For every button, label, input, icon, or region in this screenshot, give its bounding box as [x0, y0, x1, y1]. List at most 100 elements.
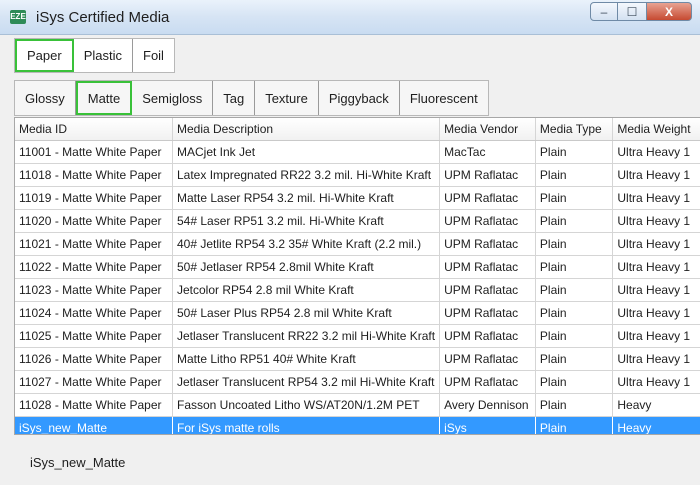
cell-media-weight: Heavy: [612, 393, 700, 417]
cell-media-id: 11023 - Matte White Paper: [15, 278, 173, 302]
cell-media-id: 11022 - Matte White Paper: [15, 255, 173, 279]
tab-semigloss[interactable]: Semigloss: [132, 81, 214, 115]
table-row[interactable]: 11026 - Matte White Paper Matte Litho RP5…: [15, 347, 700, 371]
cell-media-weight: Ultra Heavy 1: [612, 324, 700, 348]
cell-media-type: Plain: [535, 232, 614, 256]
cell-media-description: Matte Litho RP51 40# White Kraft: [172, 347, 441, 371]
caption-buttons: – ☐ X: [590, 2, 692, 22]
cell-media-description: Jetlaser Translucent RP54 3.2 mil Hi-Whi…: [172, 370, 441, 394]
tab-fluorescent[interactable]: Fluorescent: [399, 81, 488, 115]
cell-media-vendor: Avery Dennison: [439, 393, 536, 417]
cell-media-vendor: UPM Raflatac: [439, 163, 536, 187]
cell-media-vendor: UPM Raflatac: [439, 370, 536, 394]
cell-media-vendor: iSys: [439, 416, 536, 434]
cell-media-vendor: UPM Raflatac: [439, 324, 536, 348]
cell-media-weight: Ultra Heavy 1: [612, 347, 700, 371]
cell-media-weight: Ultra Heavy 1: [612, 255, 700, 279]
maximize-icon: ☐: [626, 4, 638, 19]
cell-media-type: Plain: [535, 347, 614, 371]
cell-media-vendor: UPM Raflatac: [439, 301, 536, 325]
cell-media-type: Plain: [535, 416, 614, 434]
table-row[interactable]: 11021 - Matte White Paper 40# Jetlite RP5…: [15, 232, 700, 256]
title-bar[interactable]: EZE iSys Certified Media – ☐ X: [0, 0, 700, 35]
column-header-media-vendor[interactable]: Media Vendor: [439, 118, 536, 141]
cell-media-description: For iSys matte rolls: [172, 416, 441, 434]
tab-glossy[interactable]: Glossy: [15, 81, 76, 115]
column-header-media-id[interactable]: Media ID: [15, 118, 173, 141]
cell-media-id: 11025 - Matte White Paper: [15, 324, 173, 348]
table-row[interactable]: 11001 - Matte White Paper MACjet Ink Jet M…: [15, 140, 700, 164]
cell-media-description: Matte Laser RP54 3.2 mil. Hi-White Kraft: [172, 186, 441, 210]
maximize-button[interactable]: ☐: [618, 2, 646, 21]
table-row[interactable]: iSys_new_Matte For iSys matte rolls iSys Pl…: [15, 416, 700, 434]
column-header-media-type[interactable]: Media Type: [535, 118, 614, 141]
cell-media-weight: Ultra Heavy 1: [612, 163, 700, 187]
cell-media-description: 54# Laser RP51 3.2 mil. Hi-White Kraft: [172, 209, 441, 233]
tab-matte[interactable]: Matte: [75, 81, 133, 115]
app-icon: EZE: [10, 10, 26, 24]
close-button[interactable]: X: [646, 2, 692, 21]
table-row[interactable]: 11028 - Matte White Paper Fasson Uncoated…: [15, 393, 700, 417]
cell-media-id: 11019 - Matte White Paper: [15, 186, 173, 210]
tab-foil[interactable]: Foil: [133, 39, 174, 72]
cell-media-description: MACjet Ink Jet: [172, 140, 441, 164]
cell-media-type: Plain: [535, 324, 614, 348]
cell-media-vendor: UPM Raflatac: [439, 278, 536, 302]
table-row[interactable]: 11018 - Matte White Paper Latex Impregnat…: [15, 163, 700, 187]
cell-media-id: 11024 - Matte White Paper: [15, 301, 173, 325]
tab-tag[interactable]: Tag: [213, 81, 256, 115]
cell-media-id: 11027 - Matte White Paper: [15, 370, 173, 394]
tab-paper[interactable]: Paper: [15, 39, 74, 72]
table-row[interactable]: 11022 - Matte White Paper 50# Jetlaser RP…: [15, 255, 700, 279]
column-header-media-weight[interactable]: Media Weight: [612, 118, 700, 141]
cell-media-weight: Ultra Heavy 1: [612, 278, 700, 302]
cell-media-vendor: MacTac: [439, 140, 536, 164]
cell-media-id: iSys_new_Matte: [15, 416, 173, 434]
cell-media-weight: Ultra Heavy 1: [612, 209, 700, 233]
cell-media-vendor: UPM Raflatac: [439, 255, 536, 279]
finish-tabs: Glossy Matte Semigloss Tag Texture Piggy…: [14, 80, 489, 116]
media-grid: Media ID Media Description Media Vendor …: [14, 117, 700, 435]
cell-media-id: 11018 - Matte White Paper: [15, 163, 173, 187]
cell-media-description: 50# Jetlaser RP54 2.8mil White Kraft: [172, 255, 441, 279]
cell-media-weight: Ultra Heavy 1: [612, 140, 700, 164]
table-row[interactable]: 11024 - Matte White Paper 50# Laser Plus …: [15, 301, 700, 325]
cell-media-type: Plain: [535, 278, 614, 302]
cell-media-type: Plain: [535, 301, 614, 325]
app-window: EZE iSys Certified Media – ☐ X Paper Pla…: [0, 0, 700, 485]
close-icon: X: [664, 4, 673, 19]
column-header-media-description[interactable]: Media Description: [172, 118, 441, 141]
cell-media-vendor: UPM Raflatac: [439, 347, 536, 371]
cell-media-type: Plain: [535, 186, 614, 210]
table-row[interactable]: 11023 - Matte White Paper Jetcolor RP54 2…: [15, 278, 700, 302]
minimize-button[interactable]: –: [590, 2, 618, 21]
cell-media-id: 11021 - Matte White Paper: [15, 232, 173, 256]
cell-media-weight: Ultra Heavy 1: [612, 232, 700, 256]
table-row[interactable]: 11020 - Matte White Paper 54# Laser RP51 …: [15, 209, 700, 233]
table-row[interactable]: 11025 - Matte White Paper Jetlaser Transl…: [15, 324, 700, 348]
table-row[interactable]: 11019 - Matte White Paper Matte Laser RP5…: [15, 186, 700, 210]
cell-media-type: Plain: [535, 209, 614, 233]
status-text: iSys_new_Matte: [30, 455, 126, 470]
table-row[interactable]: 11027 - Matte White Paper Jetlaser Transl…: [15, 370, 700, 394]
window-title: iSys Certified Media: [36, 9, 170, 26]
cell-media-type: Plain: [535, 255, 614, 279]
tab-texture[interactable]: Texture: [255, 81, 319, 115]
cell-media-vendor: UPM Raflatac: [439, 232, 536, 256]
tab-plastic[interactable]: Plastic: [73, 39, 133, 72]
cell-media-description: 50# Laser Plus RP54 2.8 mil White Kraft: [172, 301, 441, 325]
material-tabs: Paper Plastic Foil: [14, 38, 175, 73]
cell-media-id: 11026 - Matte White Paper: [15, 347, 173, 371]
cell-media-type: Plain: [535, 393, 614, 417]
cell-media-type: Plain: [535, 140, 614, 164]
cell-media-type: Plain: [535, 163, 614, 187]
media-table: Media ID Media Description Media Vendor …: [15, 118, 700, 434]
cell-media-id: 11020 - Matte White Paper: [15, 209, 173, 233]
cell-media-vendor: UPM Raflatac: [439, 186, 536, 210]
minimize-icon: –: [600, 4, 608, 19]
cell-media-id: 11001 - Matte White Paper: [15, 140, 173, 164]
cell-media-id: 11028 - Matte White Paper: [15, 393, 173, 417]
tab-piggyback[interactable]: Piggyback: [318, 81, 400, 115]
cell-media-vendor: UPM Raflatac: [439, 209, 536, 233]
cell-media-weight: Ultra Heavy 1: [612, 301, 700, 325]
